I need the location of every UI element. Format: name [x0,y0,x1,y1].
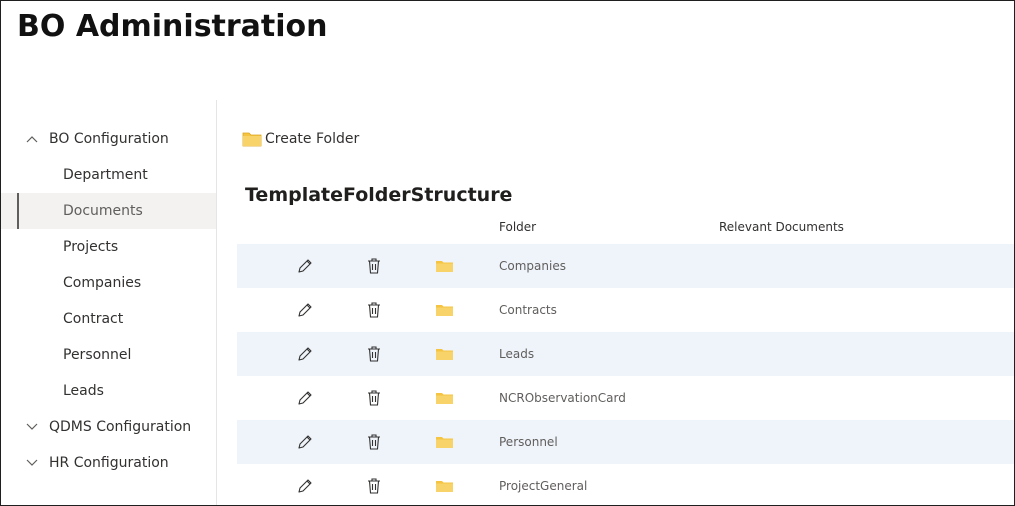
edit-pencil-icon[interactable] [295,388,315,408]
column-header-relevant-documents[interactable]: Relevant Documents [719,220,844,234]
folder-table: Companies Contracts Leads NCRObservation… [237,244,1014,505]
table-row[interactable]: NCRObservationCard [237,376,1014,420]
folder-icon [436,349,453,360]
nav-group-label: QDMS Configuration [49,419,192,435]
folder-name[interactable]: Contracts [499,288,557,332]
column-header-folder[interactable]: Folder [499,220,536,234]
folder-name[interactable]: NCRObservationCard [499,376,626,420]
folder-icon [436,437,453,448]
nav-item-leads[interactable]: Leads [1,373,216,409]
nav-item-label: Projects [63,239,119,255]
delete-trash-icon[interactable] [364,388,384,408]
folder-name[interactable]: ProjectGeneral [499,464,587,505]
edit-pencil-icon[interactable] [295,256,315,276]
folder-name[interactable]: Personnel [499,420,558,464]
chevron-down-icon [23,418,41,436]
nav-item-label: Companies [63,275,142,291]
nav-item-projects[interactable]: Projects [1,229,216,265]
nav-item-label: Documents [63,203,143,219]
edit-pencil-icon[interactable] [295,300,315,320]
table-row[interactable]: ProjectGeneral [237,464,1014,505]
nav-group-qdms-configuration[interactable]: QDMS Configuration [1,409,216,445]
chevron-down-icon [23,454,41,472]
edit-pencil-icon[interactable] [295,432,315,452]
nav-group-label: HR Configuration [49,455,169,471]
delete-trash-icon[interactable] [364,256,384,276]
sidebar-nav: BO Configuration Department Documents Pr… [1,100,217,505]
nav-item-label: Leads [63,383,104,399]
app-title: BO Administration [17,9,328,44]
edit-pencil-icon[interactable] [295,344,315,364]
nav-item-label: Contract [63,311,124,327]
table-row[interactable]: Personnel [237,420,1014,464]
folder-icon [436,261,453,272]
nav-group-bo-configuration[interactable]: BO Configuration [1,121,216,157]
nav-item-label: Department [63,167,148,183]
chevron-up-icon [23,130,41,148]
folder-icon [436,305,453,316]
nav-item-companies[interactable]: Companies [1,265,216,301]
delete-trash-icon[interactable] [364,476,384,496]
nav-group-label: BO Configuration [49,131,169,147]
delete-trash-icon[interactable] [364,300,384,320]
table-row[interactable]: Contracts [237,288,1014,332]
delete-trash-icon[interactable] [364,344,384,364]
delete-trash-icon[interactable] [364,432,384,452]
app-window: BO Administration BO Configuration Depar… [0,0,1015,506]
section-title: TemplateFolderStructure [245,184,513,206]
create-folder-button[interactable]: Create Folder [242,128,359,150]
folder-icon [242,132,262,147]
folder-icon [436,393,453,404]
nav-item-documents[interactable]: Documents [1,193,216,229]
folder-name[interactable]: Companies [499,244,566,288]
nav-item-label: Personnel [63,347,132,363]
folder-icon [436,481,453,492]
edit-pencil-icon[interactable] [295,476,315,496]
create-folder-label: Create Folder [265,131,360,147]
table-row[interactable]: Leads [237,332,1014,376]
nav-group-hr-configuration[interactable]: HR Configuration [1,445,216,481]
nav-item-department[interactable]: Department [1,157,216,193]
nav-item-contract[interactable]: Contract [1,301,216,337]
folder-name[interactable]: Leads [499,332,534,376]
nav-item-personnel[interactable]: Personnel [1,337,216,373]
table-row[interactable]: Companies [237,244,1014,288]
